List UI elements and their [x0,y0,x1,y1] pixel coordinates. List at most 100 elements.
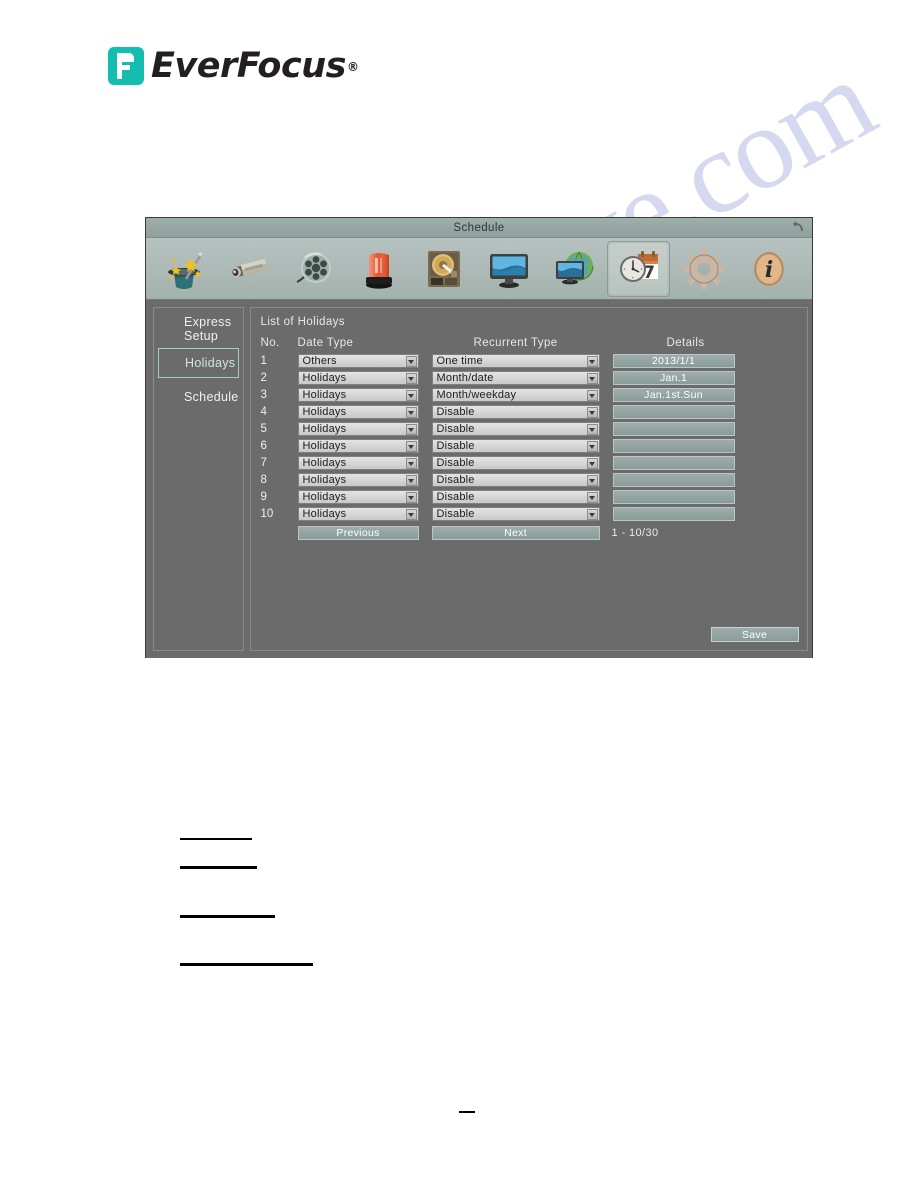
date-type-select[interactable]: Holidays [297,507,419,521]
date-type-select[interactable]: Holidays [297,439,419,453]
chevron-down-icon[interactable] [405,441,417,452]
toolbar-item-camera[interactable] [217,241,280,297]
holidays-table-header: No. Date Type Recurrent Type Details [261,337,797,349]
recurrent-type-value: Month/date [436,372,494,384]
toolbar-item-alarm[interactable] [347,241,410,297]
details-button[interactable] [612,490,735,504]
date-type-select[interactable]: Holidays [297,490,419,504]
chevron-down-icon[interactable] [405,356,417,367]
details-button[interactable] [612,507,735,521]
display-monitor-icon [486,246,532,292]
sidebar-item-express-setup[interactable]: Express Setup [158,314,239,344]
redaction-rule-4 [180,963,313,966]
chevron-down-icon[interactable] [405,373,417,384]
chevron-down-icon[interactable] [405,492,417,503]
next-page-button[interactable]: Next [431,526,600,540]
row-number: 10 [260,508,274,520]
table-row: 4 Holidays Disable [261,405,797,419]
previous-page-button[interactable]: Previous [297,526,419,540]
recurrent-type-select[interactable]: Month/date [431,371,600,385]
recurrent-type-select[interactable]: Month/weekday [431,388,600,402]
chevron-down-icon[interactable] [586,424,598,435]
sidebar-item-schedule[interactable]: Schedule [158,382,239,412]
date-type-value: Holidays [302,491,347,503]
details-button[interactable] [612,405,735,419]
table-row: 1 Others One time 2013/1/1 [261,354,797,368]
chevron-down-icon[interactable] [586,373,598,384]
chevron-down-icon[interactable] [405,390,417,401]
recurrent-type-select[interactable]: Disable [431,439,600,453]
row-number: 3 [260,389,267,401]
toolbar-item-express-setup[interactable] [152,241,215,297]
chevron-down-icon[interactable] [586,492,598,503]
date-type-value: Holidays [302,406,347,418]
date-type-value: Holidays [302,474,347,486]
chevron-down-icon[interactable] [405,407,417,418]
recurrent-type-select[interactable]: Disable [431,422,600,436]
chevron-down-icon[interactable] [405,424,417,435]
recurrent-type-value: Disable [436,474,475,486]
chevron-down-icon[interactable] [405,458,417,469]
recurrent-type-value: Disable [436,457,475,469]
recurrent-type-select[interactable]: One time [431,354,600,368]
toolbar-item-disk[interactable] [412,241,475,297]
recurrent-type-select[interactable]: Disable [431,405,600,419]
chevron-down-icon[interactable] [405,509,417,520]
date-type-select[interactable]: Holidays [297,371,419,385]
chevron-down-icon[interactable] [586,407,598,418]
settings-sidebar: Express Setup Holidays Schedule [153,307,244,651]
details-button[interactable] [612,473,735,487]
redaction-rule-2 [180,866,257,869]
sidebar-item-holidays[interactable]: Holidays [158,348,239,378]
chevron-down-icon[interactable] [586,390,598,401]
chevron-down-icon[interactable] [586,458,598,469]
date-type-select[interactable]: Others [297,354,419,368]
system-gear-icon [681,246,727,292]
sidebar-item-label: Schedule [184,390,239,404]
chevron-down-icon[interactable] [405,475,417,486]
row-number: 6 [260,440,267,452]
date-type-select[interactable]: Holidays [297,473,419,487]
chevron-down-icon[interactable] [586,509,598,520]
date-type-value: Holidays [302,440,347,452]
holidays-panel: List of Holidays No. Date Type Recurrent… [249,307,808,651]
svg-text:i: i [764,257,772,283]
date-type-select[interactable]: Holidays [297,388,419,402]
date-type-select[interactable]: Holidays [297,405,419,419]
row-number: 7 [260,457,267,469]
recurrent-type-value: Disable [436,508,475,520]
recurrent-type-value: Disable [436,491,475,503]
toolbar-item-system[interactable] [672,241,735,297]
back-arrow-icon[interactable] [792,220,806,234]
save-button[interactable]: Save [710,627,799,642]
details-button[interactable]: 2013/1/1 [612,354,735,368]
recurrent-type-select[interactable]: Disable [431,507,600,521]
toolbar-item-network[interactable] [542,241,605,297]
details-button[interactable] [612,439,735,453]
details-button[interactable]: Jan.1st.Sun [612,388,735,402]
date-type-select[interactable]: Holidays [297,422,419,436]
chevron-down-icon[interactable] [586,441,598,452]
recurrent-type-select[interactable]: Disable [431,473,600,487]
date-type-value: Others [302,355,337,367]
date-type-select[interactable]: Holidays [297,456,419,470]
details-button[interactable] [612,422,735,436]
table-row: 3 Holidays Month/weekday Jan.1st.Sun [261,388,797,402]
chevron-down-icon[interactable] [586,356,598,367]
table-row: 2 Holidays Month/date Jan.1 [261,371,797,385]
date-type-value: Holidays [302,508,347,520]
toolbar-item-display[interactable] [477,241,540,297]
recurrent-type-select[interactable]: Disable [431,456,600,470]
list-of-holidays-caption: List of Holidays [260,316,345,328]
logo-f-stem [117,53,122,79]
details-button[interactable] [612,456,735,470]
sidebar-item-label: Express Setup [184,315,232,343]
recurrent-type-select[interactable]: Disable [431,490,600,504]
details-button[interactable]: Jan.1 [612,371,735,385]
toolbar-item-schedule[interactable]: 7 [607,240,670,297]
toolbar-item-information[interactable]: i [737,241,800,297]
chevron-down-icon[interactable] [586,475,598,486]
dvr-setup-window: Schedule 7 i Express Setup Holidays Sche… [145,217,813,658]
information-icon: i [746,246,792,292]
toolbar-item-record[interactable] [282,241,345,297]
